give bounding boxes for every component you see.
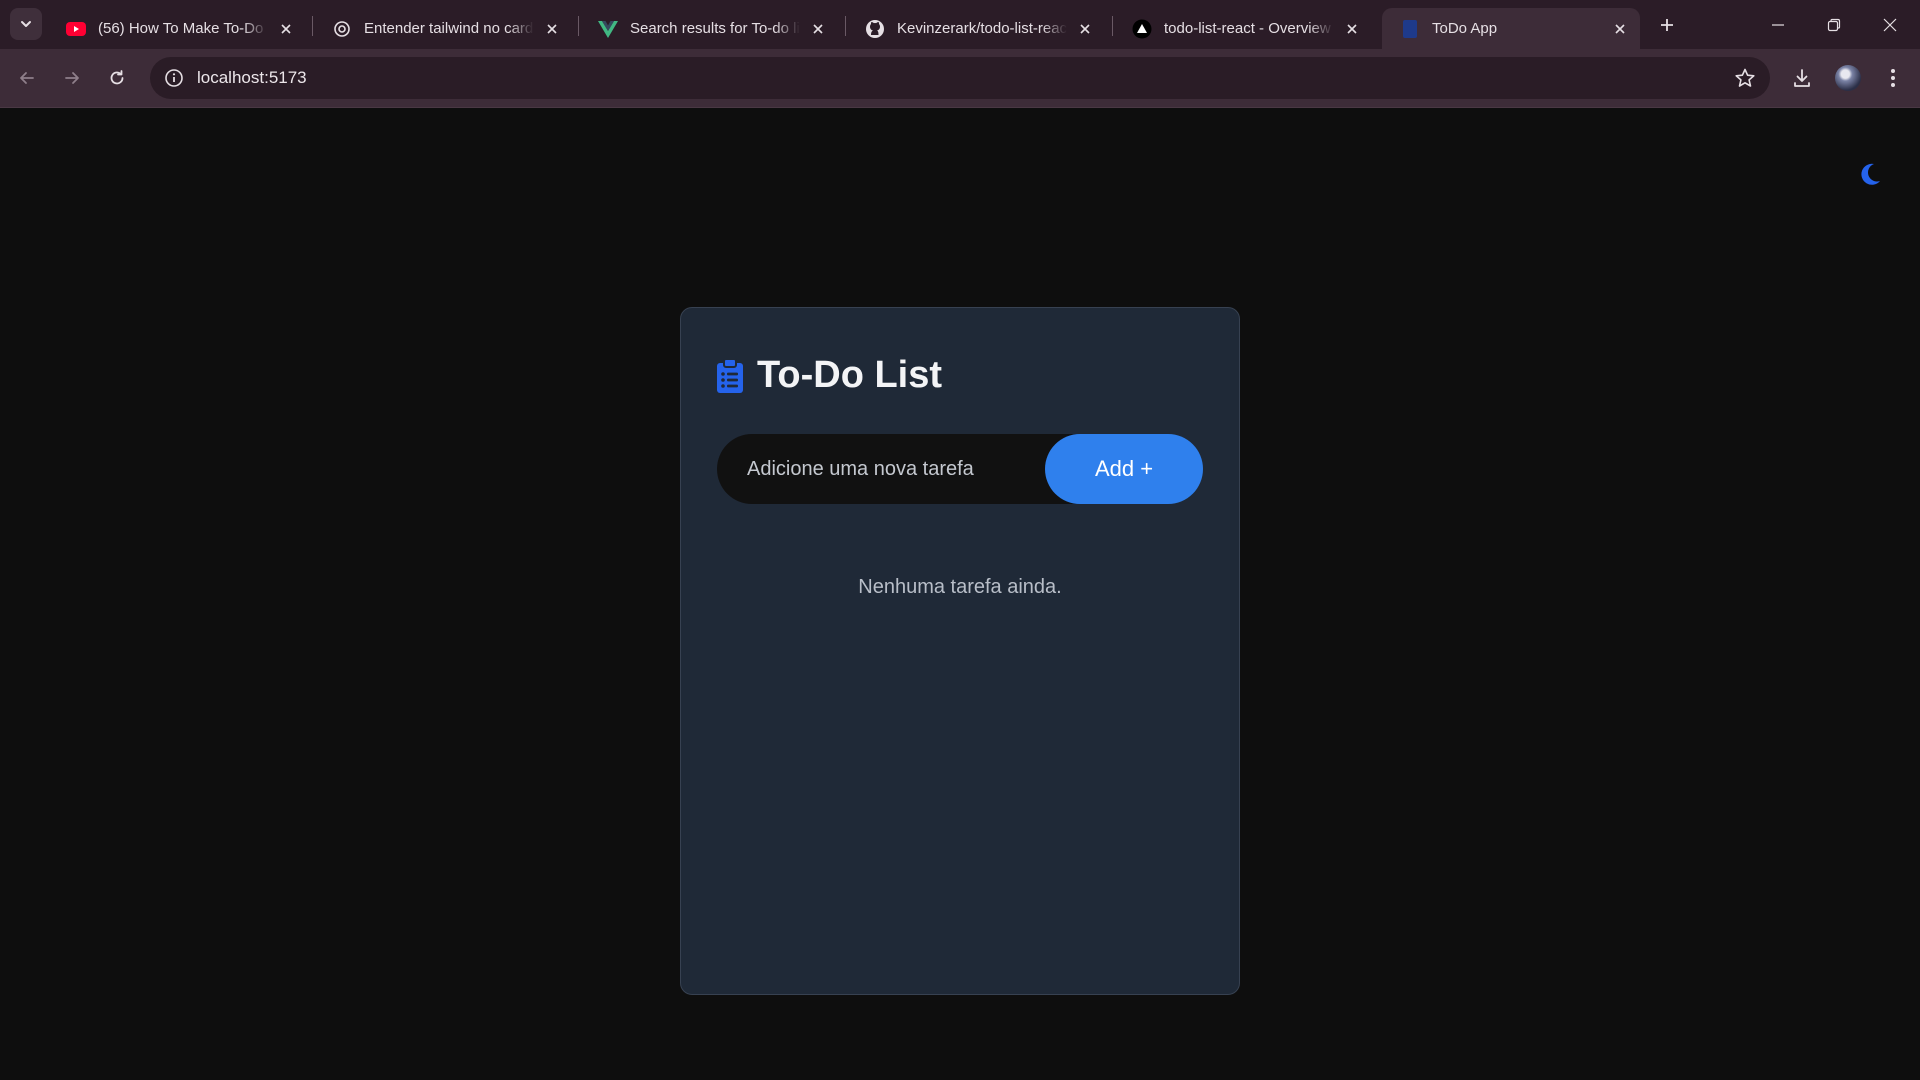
new-tab-button[interactable] — [1652, 10, 1682, 40]
tab-title: ToDo App — [1432, 20, 1498, 37]
page-title: To-Do List — [757, 354, 943, 396]
browser-tab-strip: (56) How To Make To-Do List Entender tai… — [0, 0, 1920, 49]
card-header: To-Do List — [717, 354, 942, 397]
tab-title: todo-list-react - Overview — [1164, 20, 1331, 37]
close-icon — [1883, 18, 1897, 31]
github-icon — [865, 19, 885, 39]
arrow-left-icon — [20, 72, 34, 84]
browser-tab-3[interactable]: Search results for To-do list — [580, 8, 838, 49]
close-window-button[interactable] — [1862, 0, 1918, 49]
theme-toggle-button[interactable] — [1852, 156, 1888, 192]
browser-tab-6[interactable]: ToDo App — [1382, 8, 1640, 49]
address-bar[interactable]: localhost:5173 — [150, 57, 1770, 99]
tab-divider — [845, 16, 846, 36]
tab-title: (56) How To Make To-Do List — [98, 20, 268, 37]
close-icon[interactable] — [1610, 19, 1630, 39]
avatar — [1835, 65, 1861, 91]
tab-title: Entender tailwind no card — [364, 20, 534, 37]
downloads-button[interactable] — [1785, 61, 1819, 95]
browser-menu-button[interactable] — [1876, 61, 1910, 95]
restore-icon — [1827, 18, 1841, 31]
tab-divider — [312, 16, 313, 36]
minimize-button[interactable] — [1750, 0, 1806, 49]
browser-toolbar: localhost:5173 — [0, 49, 1920, 108]
document-icon — [1400, 19, 1420, 39]
site-info-icon[interactable] — [163, 67, 185, 89]
reload-button[interactable] — [100, 61, 134, 95]
vercel-icon — [1132, 19, 1152, 39]
empty-state-message: Nenhuma tarefa ainda. — [858, 576, 1062, 598]
clipboard-icon — [717, 358, 743, 393]
close-icon[interactable] — [808, 19, 828, 39]
todo-card: To-Do List Add + Nenhuma tarefa ainda. — [680, 307, 1240, 995]
youtube-icon — [66, 19, 86, 39]
close-icon[interactable] — [1075, 19, 1095, 39]
profile-button[interactable] — [1831, 61, 1865, 95]
minimize-icon — [1772, 23, 1784, 26]
moon-icon — [1861, 163, 1880, 185]
task-input[interactable] — [717, 434, 1077, 504]
tab-title: Kevinzerark/todo-list-react — [897, 20, 1067, 37]
browser-tab-5[interactable]: todo-list-react - Overview — [1114, 8, 1372, 49]
close-icon[interactable] — [276, 19, 296, 39]
close-icon[interactable] — [1342, 19, 1362, 39]
arrow-right-icon — [65, 72, 79, 84]
chatgpt-icon — [332, 19, 352, 39]
restore-button[interactable] — [1806, 0, 1862, 49]
reload-icon — [110, 70, 124, 85]
chevron-down-icon — [21, 21, 31, 27]
url-text: localhost:5173 — [197, 68, 307, 87]
more-vertical-icon — [1891, 69, 1895, 87]
download-icon — [1794, 69, 1810, 87]
add-task-form: Add + — [717, 434, 1203, 504]
browser-tab-1[interactable]: (56) How To Make To-Do List — [48, 8, 306, 49]
browser-tab-4[interactable]: Kevinzerark/todo-list-react — [847, 8, 1105, 49]
tab-search-button[interactable] — [10, 8, 42, 40]
tab-divider — [578, 16, 579, 36]
bookmark-star-icon[interactable] — [1734, 67, 1756, 89]
back-button[interactable] — [10, 61, 44, 95]
tab-divider — [1112, 16, 1113, 36]
plus-icon — [1661, 19, 1673, 31]
browser-tab-2[interactable]: Entender tailwind no card — [314, 8, 572, 49]
vue-icon — [598, 19, 618, 39]
tab-title: Search results for To-do list — [630, 20, 800, 37]
close-icon[interactable] — [542, 19, 562, 39]
forward-button[interactable] — [55, 61, 89, 95]
add-task-button[interactable]: Add + — [1045, 434, 1203, 504]
